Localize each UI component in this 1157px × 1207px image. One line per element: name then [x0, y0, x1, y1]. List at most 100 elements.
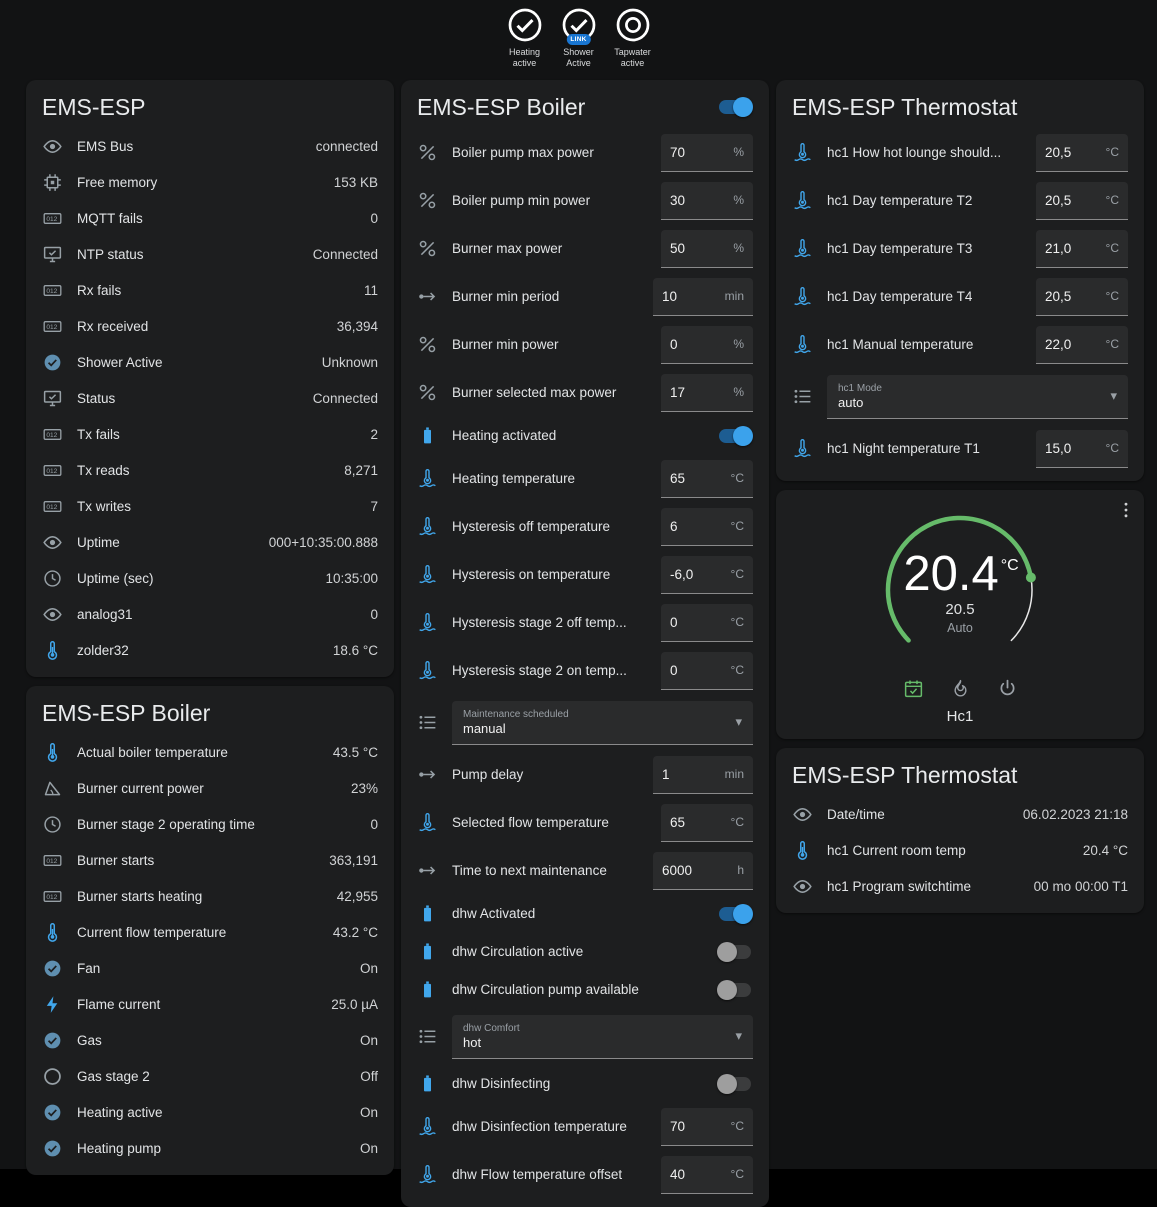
thermometer-water-icon [417, 660, 438, 681]
entity-label: Heating activated [452, 428, 703, 443]
sensor-row[interactable]: StatusConnected [26, 381, 394, 417]
sensor-row[interactable]: Heating pumpOn [26, 1131, 394, 1167]
number-input[interactable]: 15,0°C [1036, 430, 1128, 468]
sensor-row[interactable]: Shower ActiveUnknown [26, 345, 394, 381]
select-input[interactable]: hc1 Modeauto▾ [827, 375, 1128, 419]
eye-icon [42, 136, 63, 157]
card-title: EMS-ESP Boiler [26, 686, 394, 735]
toggle-row: dhw Disinfecting [401, 1065, 769, 1103]
toggle-switch[interactable] [717, 980, 753, 1000]
select-input[interactable]: Maintenance scheduledmanual▾ [452, 701, 753, 745]
sensor-row[interactable]: 012Tx fails2 [26, 417, 394, 453]
number-input[interactable]: 30% [661, 182, 753, 220]
number-input[interactable]: 65°C [661, 804, 753, 842]
entity-label: EMS Bus [77, 139, 302, 154]
sensor-row[interactable]: 012Burner starts heating42,955 [26, 879, 394, 915]
toggle-switch[interactable] [717, 942, 753, 962]
sensor-row[interactable]: 012Rx fails11 [26, 273, 394, 309]
chip-icon [42, 172, 63, 193]
number-row: hc1 Manual temperature22,0°C [776, 321, 1144, 369]
select-value: hot [463, 1035, 520, 1050]
number-input[interactable]: 40°C [661, 1156, 753, 1194]
sensor-row[interactable]: 012Rx received36,394 [26, 309, 394, 345]
sensor-row[interactable]: hc1 Current room temp20.4 °C [776, 833, 1144, 869]
sensor-row[interactable]: 012Burner starts363,191 [26, 843, 394, 879]
sensor-row[interactable]: Free memory153 KB [26, 165, 394, 201]
dots-vertical-icon[interactable] [1116, 500, 1136, 520]
sensor-row[interactable]: Uptime000+10:35:00.888 [26, 525, 394, 561]
calendar-check-icon[interactable] [903, 678, 924, 699]
entity-value: 36,394 [337, 319, 378, 334]
toggle-switch[interactable] [717, 426, 753, 446]
entity-value: 0 [370, 211, 378, 226]
number-input[interactable]: 0% [661, 326, 753, 364]
thermometer-water-icon [417, 516, 438, 537]
number-input[interactable]: 17% [661, 374, 753, 412]
number-input[interactable]: 6000h [653, 852, 753, 890]
thermometer-water-icon [417, 1116, 438, 1137]
number-input[interactable]: 20,5°C [1036, 182, 1128, 220]
number-input[interactable]: 10min [653, 278, 753, 316]
sensor-row[interactable]: Uptime (sec)10:35:00 [26, 561, 394, 597]
sensor-row[interactable]: Date/time06.02.2023 21:18 [776, 797, 1144, 833]
sensor-row[interactable]: Flame current25.0 µA [26, 987, 394, 1023]
select-input[interactable]: dhw Comforthot▾ [452, 1015, 753, 1059]
card-ems-esp: EMS-ESP EMS BusconnectedFree memory153 K… [26, 80, 394, 677]
number-input[interactable]: 6°C [661, 508, 753, 546]
card-toggle-switch[interactable] [717, 97, 753, 117]
badge-tapwater-active[interactable]: Tapwater active [607, 7, 659, 69]
entity-rows: Boiler pump max power70%Boiler pump min … [401, 129, 769, 1199]
sensor-row[interactable]: Actual boiler temperature43.5 °C [26, 735, 394, 771]
toggle-row: dhw Activated [401, 895, 769, 933]
sensor-row[interactable]: NTP statusConnected [26, 237, 394, 273]
number-input[interactable]: 70% [661, 134, 753, 172]
entity-label: Actual boiler temperature [77, 745, 319, 760]
number-input[interactable]: 21,0°C [1036, 230, 1128, 268]
power-icon[interactable] [997, 678, 1018, 699]
sensor-row[interactable]: Gas stage 2Off [26, 1059, 394, 1095]
entity-rows: Actual boiler temperature43.5 °CBurner c… [26, 735, 394, 1167]
number-input[interactable]: -6,0°C [661, 556, 753, 594]
sensor-row[interactable]: EMS Busconnected [26, 129, 394, 165]
entity-label: Tx fails [77, 427, 356, 442]
number-input[interactable]: 0°C [661, 604, 753, 642]
eye-icon [792, 804, 813, 825]
thermometer-water-icon [417, 564, 438, 585]
sensor-row[interactable]: Heating activeOn [26, 1095, 394, 1131]
number-input[interactable]: 20,5°C [1036, 134, 1128, 172]
number-input[interactable]: 1min [653, 756, 753, 794]
fire-icon[interactable] [950, 678, 971, 699]
number-input[interactable]: 22,0°C [1036, 326, 1128, 364]
sensor-row[interactable]: zolder3218.6 °C [26, 633, 394, 669]
sensor-row[interactable]: FanOn [26, 951, 394, 987]
sensor-row[interactable]: GasOn [26, 1023, 394, 1059]
badge-heating-active[interactable]: Heating active [499, 7, 551, 69]
entity-value: 23% [351, 781, 378, 796]
number-input[interactable]: 20,5°C [1036, 278, 1128, 316]
sensor-row[interactable]: 012Tx reads8,271 [26, 453, 394, 489]
number-input[interactable]: 65°C [661, 460, 753, 498]
hvac-mode-label: Auto [947, 621, 973, 635]
number-row: Hysteresis stage 2 on temp...0°C [401, 647, 769, 695]
entity-label: Hysteresis off temperature [452, 519, 647, 534]
sensor-row[interactable]: Burner stage 2 operating time0 [26, 807, 394, 843]
toggle-switch[interactable] [717, 1074, 753, 1094]
sensor-row[interactable]: 012MQTT fails0 [26, 201, 394, 237]
sensor-row[interactable]: analog310 [26, 597, 394, 633]
number-input[interactable]: 0°C [661, 652, 753, 690]
thermometer-icon [42, 742, 63, 763]
sensor-row[interactable]: hc1 Program switchtime00 mo 00:00 T1 [776, 869, 1144, 905]
sensor-row[interactable]: 012Tx writes7 [26, 489, 394, 525]
check-circle-outline-icon: LINK [561, 7, 597, 43]
sensor-row[interactable]: Current flow temperature43.2 °C [26, 915, 394, 951]
number-input[interactable]: 70°C [661, 1108, 753, 1146]
badge-shower-active[interactable]: LINKShower Active [553, 7, 605, 69]
entity-label: Status [77, 391, 299, 406]
toggle-switch[interactable] [717, 904, 753, 924]
sensor-row[interactable]: Burner current power23% [26, 771, 394, 807]
entity-rows: EMS BusconnectedFree memory153 KB012MQTT… [26, 129, 394, 669]
number-input[interactable]: 50% [661, 230, 753, 268]
battery-icon [417, 903, 438, 924]
entity-value: 06.02.2023 21:18 [1023, 807, 1128, 822]
thermostat-dial[interactable]: 20.4°C 20.5 Auto [874, 504, 1046, 676]
